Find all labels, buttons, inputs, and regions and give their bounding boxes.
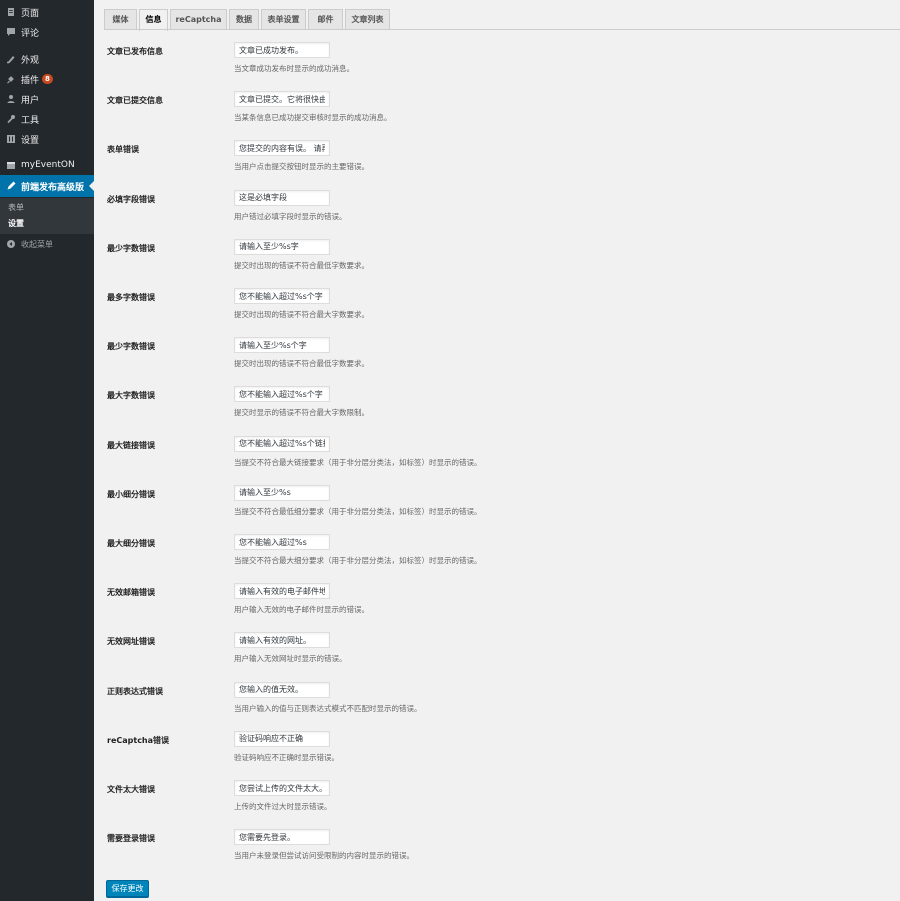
sidebar-item-pages[interactable]: 页面 xyxy=(0,2,94,22)
sidebar-item-label: 工具 xyxy=(21,115,40,126)
tools-icon xyxy=(6,114,16,124)
field-description: 当文章成功发布时显示的成功消息。 xyxy=(234,64,354,73)
tab-recaptcha[interactable]: reCaptcha xyxy=(170,9,227,29)
update-count-badge: 8 xyxy=(42,74,53,84)
sidebar-item-label: 外观 xyxy=(21,55,40,66)
sidebar-submenu: 表单 设置 xyxy=(0,198,94,234)
plugins-icon xyxy=(6,74,16,84)
message-text-input[interactable] xyxy=(234,386,330,403)
save-changes-button[interactable]: 保存更改 xyxy=(106,880,149,897)
users-icon xyxy=(6,94,16,104)
field-label: 最大链接错误 xyxy=(107,440,155,450)
settings-icon xyxy=(6,134,16,144)
message-text-input[interactable] xyxy=(234,91,330,108)
submenu-item-forms[interactable]: 表单 xyxy=(8,202,24,213)
field-description: 当提交不符合最低细分要求（用于非分层分类法，如标签）时显示的错误。 xyxy=(234,506,482,516)
message-text-input[interactable] xyxy=(234,238,330,255)
sidebar-item-label: myEventON xyxy=(21,160,75,170)
message-text-input[interactable] xyxy=(234,583,330,600)
pages-icon xyxy=(6,7,16,17)
sidebar-item-label: 评论 xyxy=(21,28,40,39)
field-label: 最多字数错误 xyxy=(107,293,155,302)
field-label: 需要登录错误 xyxy=(107,834,155,844)
field-label: 最小细分错误 xyxy=(107,489,155,499)
field-label: 最少字数错误 xyxy=(107,243,155,253)
field-description: 提交时出现的错误不符合最大字数要求。 xyxy=(234,310,369,319)
tab-media[interactable]: 媒体 xyxy=(104,9,137,29)
sidebar-item-label: 页面 xyxy=(21,8,40,19)
field-label: 最大字数错误 xyxy=(107,391,155,401)
message-text-input[interactable] xyxy=(234,435,330,452)
sidebar-item-label: 用户 xyxy=(21,95,40,106)
sidebar-item-plugins[interactable]: 插件 8 xyxy=(0,69,94,89)
field-description: 当某条信息已成功提交审核时显示的成功消息。 xyxy=(234,113,392,123)
sidebar-item-label: 插件 xyxy=(21,75,40,86)
tabs-divider xyxy=(104,29,900,30)
message-text-input[interactable] xyxy=(234,681,330,698)
admin-sidebar: 页面 评论 外观 插件 8 用户 工具 设置 myEventON 前端发布高级版 表单 设置 收起菜单 xyxy=(0,0,94,901)
sidebar-item-tools[interactable]: 工具 xyxy=(0,109,94,129)
submenu-item-settings[interactable]: 设置 xyxy=(8,218,24,229)
field-label: 表单错误 xyxy=(107,145,139,155)
sidebar-item-settings[interactable]: 设置 xyxy=(0,129,94,149)
message-text-input[interactable] xyxy=(234,189,330,206)
field-description: 用户错过必填字段时显示的错误。 xyxy=(234,211,347,221)
field-label: 文件太大错误 xyxy=(107,785,155,794)
field-description: 提交时显示的错误不符合最大字数限制。 xyxy=(234,408,369,418)
collapse-icon xyxy=(6,239,16,249)
field-description: 当用户输入的值与正则表达式模式不匹配时显示的错误。 xyxy=(234,703,422,713)
field-label: 最大细分错误 xyxy=(107,539,155,548)
tab-messages[interactable]: 信息 xyxy=(139,9,168,31)
menu-separator xyxy=(0,42,94,46)
field-description: 当用户未登录但尝试访问受限制的内容时显示的错误。 xyxy=(234,851,414,861)
message-text-input[interactable] xyxy=(234,780,330,796)
tab-post-list[interactable]: 文章列表 xyxy=(345,9,390,29)
sidebar-item-calendar[interactable]: myEventON xyxy=(0,155,94,175)
message-text-input[interactable] xyxy=(234,288,330,304)
field-label: 文章已提交信息 xyxy=(107,96,163,106)
field-label: 文章已发布信息 xyxy=(107,47,163,56)
field-label: 最少字数错误 xyxy=(107,342,155,352)
field-label: 无效邮箱错误 xyxy=(107,588,155,598)
sidebar-item-pen[interactable]: 前端发布高级版 xyxy=(0,175,94,197)
sidebar-item-appearance[interactable]: 外观 xyxy=(0,49,94,69)
field-label: 无效网址错误 xyxy=(107,637,155,647)
collapse-menu-label: 收起菜单 xyxy=(21,239,53,249)
sidebar-item-label: 前端发布高级版 xyxy=(21,182,85,193)
field-description: 提交时出现的错误不符合最低字数要求。 xyxy=(234,359,369,369)
sidebar-item-label: 设置 xyxy=(21,135,40,146)
tab-email[interactable]: 邮件 xyxy=(308,9,343,29)
field-description: 当提交不符合最大链接要求（用于非分层分类法，如标签）时显示的错误。 xyxy=(234,457,482,467)
message-text-input[interactable] xyxy=(234,632,330,649)
field-description: 当提交不符合最大细分要求（用于非分层分类法，如标签）时显示的错误。 xyxy=(234,556,482,565)
pen-icon xyxy=(6,181,16,191)
field-label: 必填字段错误 xyxy=(107,194,155,204)
field-description: 提交时出现的错误不符合最低字数要求。 xyxy=(234,260,369,270)
field-description: 验证码响应不正确时显示错误。 xyxy=(234,752,339,762)
comments-icon xyxy=(6,27,16,37)
field-label: 正则表达式错误 xyxy=(107,686,163,696)
appearance-icon xyxy=(6,54,16,64)
message-text-input[interactable] xyxy=(234,484,330,501)
field-description: 当用户点击提交按钮时显示的主要错误。 xyxy=(234,162,369,172)
field-label: reCaptcha错误 xyxy=(107,735,170,745)
collapse-menu-button[interactable]: 收起菜单 xyxy=(0,236,94,252)
message-text-input[interactable] xyxy=(234,42,330,58)
tab-form-settings[interactable]: 表单设置 xyxy=(261,9,306,29)
field-description: 上传的文件过大时显示错误。 xyxy=(234,802,332,811)
field-description: 用户输入无效的电子邮件时显示的错误。 xyxy=(234,605,369,615)
tab-data[interactable]: 数据 xyxy=(229,9,259,29)
field-description: 用户输入无效网址时显示的错误。 xyxy=(234,654,347,664)
sidebar-item-users[interactable]: 用户 xyxy=(0,89,94,109)
calendar-icon xyxy=(6,160,16,170)
message-text-input[interactable] xyxy=(234,140,330,157)
message-text-input[interactable] xyxy=(234,730,330,747)
message-text-input[interactable] xyxy=(234,534,330,550)
sidebar-item-comments[interactable]: 评论 xyxy=(0,22,94,42)
message-text-input[interactable] xyxy=(234,829,330,846)
message-text-input[interactable] xyxy=(234,337,330,354)
